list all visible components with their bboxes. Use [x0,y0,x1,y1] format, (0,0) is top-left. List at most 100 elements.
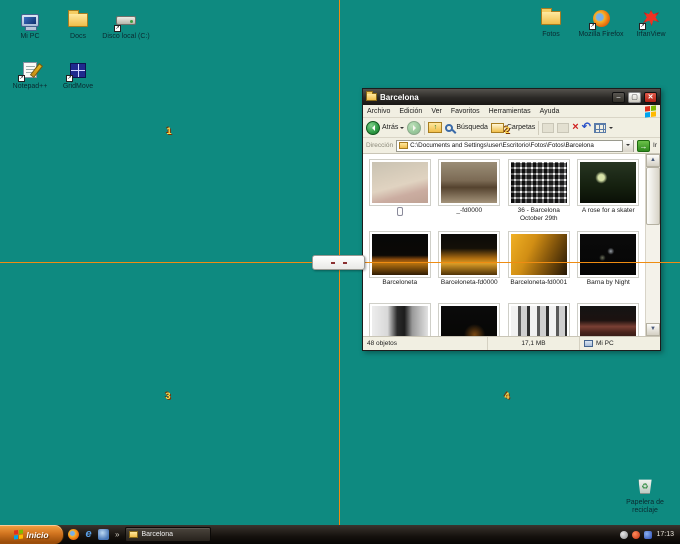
icon-wrap [66,8,90,32]
views-dropdown-icon[interactable] [608,127,613,131]
delete-button[interactable]: × [572,122,578,133]
desktop-icon-docs[interactable]: Docs [54,6,102,54]
photo-thumbnail [371,162,428,203]
file-item-photo[interactable] [435,301,505,336]
minimize-button[interactable]: – [612,91,625,103]
handle-dot [330,261,335,264]
files-grid: _-fd0000 36 - Barcelona October 29th A ros… [363,154,645,336]
copy-to-button[interactable] [557,122,570,133]
menu-item-herramientas[interactable]: Herramientas [489,108,531,115]
file-item-barna-by-night[interactable]: Barna by Night [574,229,644,301]
tray-app-gray-icon[interactable] [620,530,629,539]
status-location-label: Mi PC [596,340,614,347]
taskbar-button-barcelona[interactable]: Barcelona [125,527,212,542]
file-item-36-barcelona-october-29th[interactable]: 36 - Barcelona October 29th [504,157,574,229]
forward-button[interactable] [407,120,422,135]
taskbar: Inicio e » Barcelona 17:13 [0,525,680,544]
go-button[interactable]: → [637,139,651,152]
windows-flag-icon [14,529,24,540]
menu-item-ayuda[interactable]: Ayuda [540,108,560,115]
file-thumbnail-frame [577,231,640,278]
photo-thumbnail [580,306,637,336]
file-thumbnail-frame [438,159,501,206]
views-button[interactable] [593,122,606,133]
desktop-icon-disco-local-c[interactable]: ↗ Disco local (C:) [102,6,150,54]
file-thumbnail-frame [438,303,501,336]
address-bar: Dirección C:\Documents and Settings\user… [363,138,660,154]
address-folder-icon [399,142,409,149]
folder-icon [541,8,561,25]
desktop-icon-mozilla-firefox[interactable]: ↗ Mozilla Firefox [576,4,626,52]
folders-icon [490,122,504,133]
file-thumbnail-frame [438,231,501,278]
file-item-a-rose-for-a-skater[interactable]: A rose for a skater [574,157,644,229]
address-label: Dirección [366,142,394,149]
folder-icon [68,10,88,27]
scroll-up-button[interactable]: ▲ [646,154,660,167]
menu-item-favoritos[interactable]: Favoritos [451,108,480,115]
desktop-icon-irfanview[interactable]: ↗ IrfanView [626,4,676,52]
menu-bar: Archivo Edición Ver Favoritos Herramientas Ay… [363,104,660,118]
window-title: Barcelona [380,92,419,102]
gridmove-drag-handle[interactable] [312,255,365,270]
file-thumbnail-frame [368,159,431,206]
shortcut-arrow-icon: ↗ [114,25,121,32]
quick-launch-overflow-chevron[interactable]: » [113,530,121,539]
address-combo[interactable]: C:\Documents and Settings\user\Escritori… [396,139,635,152]
menu-item-ver[interactable]: Ver [431,108,442,115]
undo-button[interactable]: ↶ [582,122,591,133]
desktop-icon-notepad[interactable]: ↗ Notepad++ [6,56,54,104]
maximize-button[interactable]: ▢ [628,91,641,103]
icon-wrap [18,8,42,32]
file-item-photo[interactable] [574,301,644,336]
back-button[interactable]: Atrás [366,120,405,135]
file-item-photo[interactable] [365,157,435,229]
desktop-icon-papelera-de-reciclaje[interactable]: ♻ Papelera de reciclaje [616,472,674,515]
search-button[interactable]: Búsqueda [445,123,488,132]
address-dropdown-button[interactable] [622,139,634,152]
quick-launch-internet-explorer-icon[interactable]: e [83,529,94,540]
file-type-icon [396,207,403,216]
tray-app-blue-icon[interactable] [644,530,653,539]
menu-item-archivo[interactable]: Archivo [367,108,390,115]
folders-label: Carpetas [506,124,536,131]
gridmove-zone-number-4: 4 [504,391,510,401]
menu-item-edici-n[interactable]: Edición [399,108,422,115]
window-titlebar[interactable]: Barcelona – ▢ ✕ [363,89,660,105]
desktop-icon-label: IrfanView [636,31,666,38]
file-item-fd0000[interactable]: _-fd0000 [435,157,505,229]
desktop-icon-mi-pc[interactable]: Mi PC [6,6,54,54]
desktop-icon-fotos[interactable]: Fotos [526,4,576,52]
scroll-down-button[interactable]: ▼ [646,323,660,336]
start-button[interactable]: Inicio [0,525,64,544]
vertical-scrollbar[interactable]: ▲ ▼ [645,154,660,336]
file-item-barceloneta-fd0001[interactable]: Barceloneta-fd0001 [504,229,574,301]
address-path[interactable]: C:\Documents and Settings\user\Escritori… [410,142,620,149]
icon-wrap: ↗ [589,6,613,30]
file-thumbnail-frame [368,231,431,278]
file-item-photo[interactable] [365,301,435,336]
gridmove-zone-number-3: 3 [165,391,171,401]
scrollbar-thumb[interactable] [646,167,660,225]
desktop-icon-gridmove[interactable]: ↗ GridMove [54,56,102,104]
quick-launch-firefox-icon[interactable] [68,529,79,540]
search-icon [445,123,454,132]
back-dropdown-icon[interactable] [400,127,405,131]
folders-button[interactable]: Carpetas [490,122,536,133]
gridmove-zone-number-1: 1 [166,126,172,136]
photo-thumbnail [371,234,428,275]
file-item-barceloneta-fd0000[interactable]: Barceloneta-fd0000 [435,229,505,301]
move-to-button[interactable] [542,122,555,133]
file-name: A rose for a skater [581,207,635,214]
scrollbar-track[interactable] [646,167,660,323]
file-item-barceloneta[interactable]: Barceloneta [365,229,435,301]
taskbar-clock: 17:13 [656,531,674,538]
file-item-photo[interactable] [504,301,574,336]
file-name: 36 - Barcelona October 29th [517,207,560,222]
tray-app-red-icon[interactable] [632,530,641,539]
desktop-icon-label: Docs [70,33,86,40]
quick-launch-messenger-icon[interactable] [98,529,109,540]
close-button[interactable]: ✕ [644,91,657,103]
up-button[interactable]: ↑ [428,122,443,133]
desktop: { "desktop": { "bg_color": "#0e8a80", "i… [0,0,680,544]
